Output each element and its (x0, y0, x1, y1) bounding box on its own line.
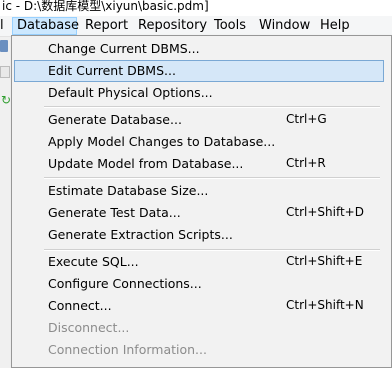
database-dropdown-menu: Change Current DBMS... Edit Current DBMS… (11, 35, 392, 368)
menu-item-update-model-from-database[interactable]: Update Model from Database... Ctrl+R (14, 153, 384, 175)
menu-item-label: Edit Current DBMS... (48, 63, 176, 78)
menu-item-generate-extraction-scripts[interactable]: Generate Extraction Scripts... (14, 224, 384, 246)
menu-item-label: Change Current DBMS... (48, 41, 200, 56)
menu-item-shortcut: Ctrl+G (286, 112, 327, 126)
menu-window[interactable]: Window (255, 17, 314, 35)
menu-item-label: Update Model from Database... (48, 156, 244, 171)
menu-file-partial[interactable]: l (0, 17, 8, 35)
menu-item-shortcut: Ctrl+Shift+D (286, 205, 364, 219)
menu-item-generate-test-data[interactable]: Generate Test Data... Ctrl+Shift+D (14, 202, 384, 224)
window-title-bar: ic - D:\数据库模型\xiyun\basic.pdm] (0, 0, 392, 16)
menu-item-disconnect: Disconnect... (14, 317, 384, 339)
menu-item-apply-model-changes[interactable]: Apply Model Changes to Database... (14, 131, 384, 153)
menu-item-default-physical-options[interactable]: Default Physical Options... (14, 82, 384, 104)
menu-item-estimate-database-size[interactable]: Estimate Database Size... (14, 180, 384, 202)
menu-item-configure-connections[interactable]: Configure Connections... (14, 273, 384, 295)
menu-item-label: Connection Information... (48, 342, 207, 357)
menu-item-label: Generate Extraction Scripts... (48, 227, 233, 242)
menu-report[interactable]: Report (81, 17, 132, 35)
menu-item-edit-current-dbms[interactable]: Edit Current DBMS... (14, 60, 384, 82)
menu-repository[interactable]: Repository (134, 17, 211, 35)
refresh-icon[interactable]: ↻ (1, 94, 11, 106)
menu-item-label: Generate Database... (48, 112, 182, 127)
menu-item-label: Configure Connections... (48, 276, 202, 291)
menu-item-shortcut: Ctrl+R (286, 156, 326, 170)
menu-tools[interactable]: Tools (210, 17, 250, 35)
menu-item-label: Connect... (48, 298, 112, 313)
menu-item-label: Generate Test Data... (48, 205, 181, 220)
menu-item-shortcut: Ctrl+Shift+E (286, 254, 363, 268)
menu-item-label: Default Physical Options... (48, 85, 213, 100)
menu-bar: l Database Report Repository Tools Windo… (0, 16, 392, 37)
menu-item-label: Apply Model Changes to Database... (48, 134, 276, 149)
menu-database[interactable]: Database (12, 17, 79, 35)
menu-separator (44, 106, 380, 108)
window-title: ic - D:\数据库模型\xiyun\basic.pdm] (2, 0, 209, 13)
menu-item-label: Disconnect... (48, 320, 130, 335)
menu-item-change-current-dbms[interactable]: Change Current DBMS... (14, 38, 384, 60)
menu-item-shortcut: Ctrl+Shift+N (286, 298, 364, 312)
toolbar-icon-partial[interactable] (0, 40, 8, 52)
menu-item-label: Estimate Database Size... (48, 183, 209, 198)
background-toolbar-area (0, 37, 11, 368)
menu-item-connect[interactable]: Connect... Ctrl+Shift+N (14, 295, 384, 317)
menu-item-label: Execute SQL... (48, 254, 139, 269)
toolbar-field-partial[interactable] (0, 66, 10, 78)
menu-item-generate-database[interactable]: Generate Database... Ctrl+G (14, 109, 384, 131)
menu-item-execute-sql[interactable]: Execute SQL... Ctrl+Shift+E (14, 251, 384, 273)
menu-separator (44, 177, 380, 179)
menu-item-connection-information: Connection Information... (14, 339, 384, 361)
menu-help[interactable]: Help (316, 17, 354, 35)
